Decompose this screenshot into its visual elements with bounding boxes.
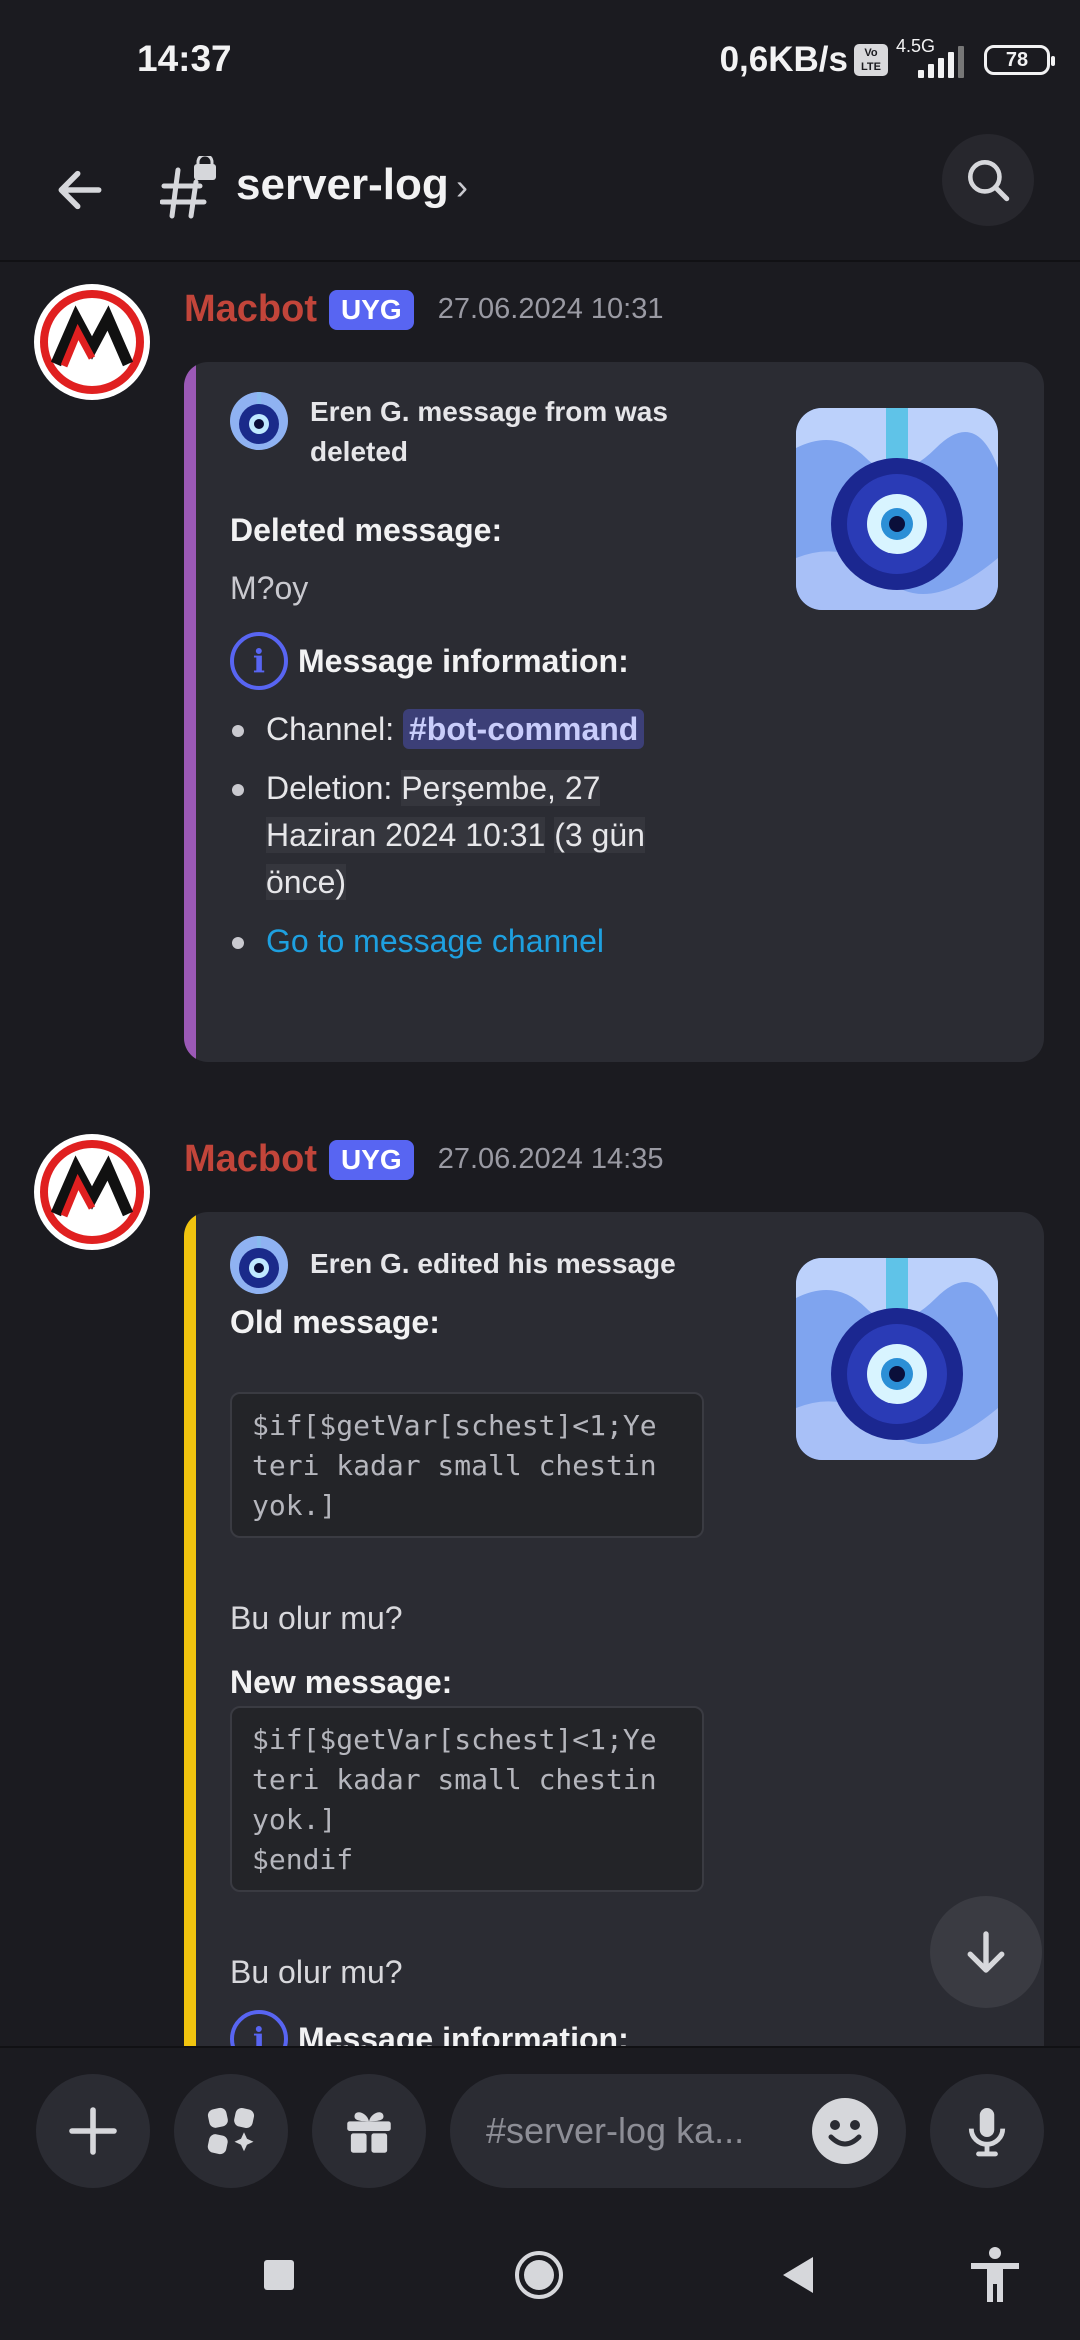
nazar-bead-icon [230, 392, 288, 450]
recents-button[interactable] [244, 2240, 314, 2310]
author-name[interactable]: Macbot [184, 288, 317, 331]
search-button[interactable] [942, 134, 1034, 226]
arrow-left-icon [58, 170, 102, 210]
old-message-title: Old message: [230, 1304, 440, 1340]
message-input[interactable]: #server-log ka... [450, 2074, 906, 2188]
avatar[interactable] [34, 1134, 150, 1250]
add-attachment-button[interactable] [36, 2074, 150, 2188]
home-button[interactable] [504, 2240, 574, 2310]
apps-icon [207, 2107, 255, 2155]
message-header: Macbot UYG 27.06.2024 10:31 [184, 288, 663, 331]
signal-icon: 4.5G [894, 36, 970, 80]
message-composer: #server-log ka... [0, 2046, 1080, 2210]
battery-icon: 78 [984, 45, 1055, 75]
message-list[interactable]: Macbot UYG 27.06.2024 10:31 Eren G. mess… [0, 264, 1080, 2046]
voice-message-button[interactable] [930, 2074, 1044, 2188]
app-badge: UYG [329, 289, 414, 330]
back-icon [783, 2257, 813, 2293]
accessibility-icon [971, 2247, 1019, 2302]
channel-header: server-log › [0, 126, 1080, 262]
embed-author: Eren G. edited his message [230, 1236, 710, 1294]
recents-icon [264, 2260, 294, 2290]
list-item: Channel: #bot-command [230, 706, 700, 753]
app-badge: UYG [329, 1139, 414, 1180]
gift-button[interactable] [312, 2074, 426, 2188]
gift-icon [347, 2112, 391, 2153]
deleted-message-value: M?oy [230, 570, 309, 606]
embed-author: Eren G. message from was deleted [230, 392, 710, 472]
back-button[interactable] [40, 150, 120, 230]
apps-button[interactable] [174, 2074, 288, 2188]
message-information-header: i Message information: [230, 632, 629, 690]
message-header: Macbot UYG 27.06.2024 14:35 [184, 1138, 663, 1181]
deleted-message-title: Deleted message: [230, 512, 503, 548]
info-icon: i [230, 632, 288, 690]
go-to-channel-link[interactable]: Go to message channel [266, 923, 604, 959]
list-item: Deletion: Perşembe, 27 Haziran 2024 10:3… [230, 765, 700, 906]
message-input-placeholder: #server-log ka... [486, 2110, 745, 2151]
info-list: Channel: #bot-command Deletion: Perşembe… [230, 706, 700, 977]
info-icon: i [230, 2010, 288, 2046]
embed-color-bar [184, 362, 196, 1062]
timestamp: 27.06.2024 14:35 [437, 1143, 664, 1175]
channel-name[interactable]: server-log [236, 160, 449, 210]
embed-author-text: Eren G. edited his message [310, 1248, 676, 1279]
new-message-title: New message: [230, 1664, 453, 1700]
battery-level: 78 [1005, 48, 1029, 71]
jump-to-bottom-button[interactable] [930, 1896, 1042, 2008]
status-time: 14:37 [137, 38, 232, 79]
home-icon [515, 2251, 563, 2299]
old-message-text: Bu olur mu? [230, 1600, 403, 1636]
new-message-code: $if[$getVar[schest]<1;Ye teri kadar smal… [230, 1706, 704, 1892]
embed: Eren G. edited his message Old message: … [184, 1212, 1044, 2046]
status-indicators: 0,6KB/s Vo LTE 4.5G 78 [719, 36, 1055, 80]
microphone-icon [968, 2108, 1006, 2157]
volte-icon: Vo LTE [854, 44, 888, 76]
embed: Eren G. message from was deleted Deleted… [184, 362, 1044, 1062]
new-message-text: Bu olur mu? [230, 1954, 403, 1990]
author-name[interactable]: Macbot [184, 1138, 317, 1181]
locked-channel-icon [159, 153, 220, 226]
old-message-code: $if[$getVar[schest]<1;Ye teri kadar smal… [230, 1392, 704, 1538]
channel-mention[interactable]: #bot-command [402, 709, 645, 749]
plus-icon [69, 2107, 117, 2155]
status-bar: 14:37 0,6KB/s Vo LTE 4.5G 78 [0, 0, 1080, 126]
embed-author-text: Eren G. message from was deleted [310, 396, 668, 467]
accessibility-button[interactable] [960, 2240, 1030, 2310]
info-title: Message information: [298, 642, 629, 679]
network-speed: 0,6KB/s [719, 40, 848, 79]
arrow-down-icon [967, 1931, 1005, 1973]
emoji-button[interactable] [812, 2098, 878, 2164]
list-item: Go to message channel [230, 918, 700, 965]
system-navigation-bar [0, 2210, 1080, 2340]
timestamp: 27.06.2024 10:31 [437, 293, 664, 325]
nav-back-button[interactable] [762, 2240, 832, 2310]
embed-thumbnail[interactable] [796, 1258, 998, 1460]
deletion-label: Deletion: [266, 770, 393, 806]
message-information-header: i Message information: [230, 2010, 629, 2046]
emoji-icon [828, 2120, 862, 2147]
embed-thumbnail[interactable] [796, 408, 998, 610]
chevron-right-icon[interactable]: › [456, 166, 468, 208]
avatar[interactable] [34, 284, 150, 400]
nazar-bead-icon [230, 1236, 288, 1294]
embed-color-bar [184, 1212, 196, 2046]
channel-label: Channel: [266, 711, 395, 747]
search-icon [968, 160, 1010, 202]
info-title: Message information: [298, 2020, 629, 2047]
